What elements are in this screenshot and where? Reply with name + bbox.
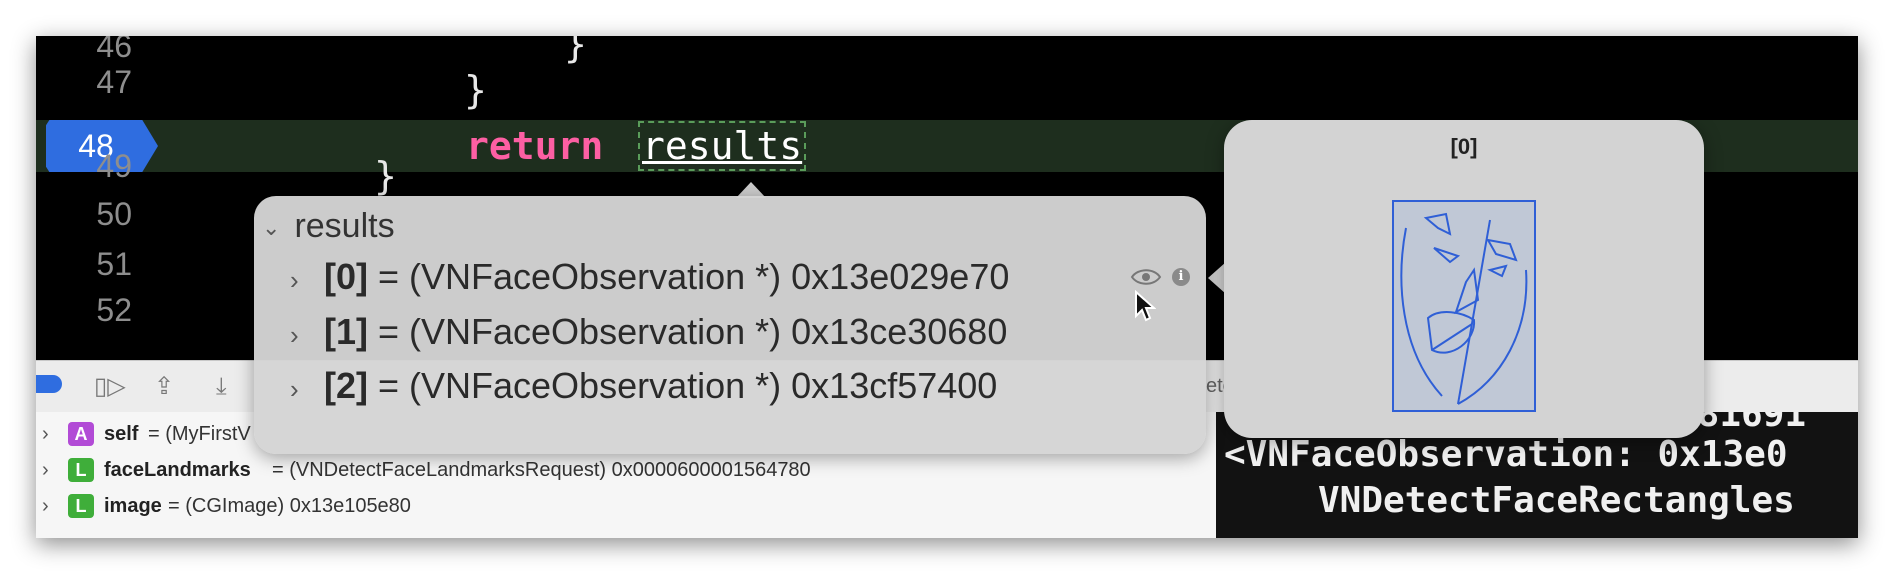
line-number: 52 <box>96 292 132 328</box>
popover-header[interactable]: ⌄ results <box>262 206 395 246</box>
code-brace: } <box>564 36 587 66</box>
variable-kind-badge: A <box>68 422 94 446</box>
xcode-window: 46 47 48 49 50 51 52 } } return results … <box>36 36 1858 538</box>
continue-icon[interactable]: ▯▷ <box>94 371 126 403</box>
observation-value: = (VNFaceObservation *) 0x13ce30680 <box>368 311 1008 352</box>
observation-value: = (VNFaceObservation *) 0x13e029e70 <box>368 256 1010 297</box>
expand-chevron-icon[interactable]: › <box>290 252 324 308</box>
variable-kind-badge: L <box>68 494 94 518</box>
code-variable-results[interactable]: results <box>638 121 807 171</box>
observation-index: [0] <box>324 256 368 297</box>
line-number: 51 <box>96 246 132 282</box>
expand-chevron-icon[interactable]: › <box>42 488 49 524</box>
observation-index: [1] <box>324 311 368 352</box>
observation-value: = (VNFaceObservation *) 0x13cf57400 <box>368 365 998 406</box>
code-brace: } <box>464 68 487 112</box>
code-keyword-return: return <box>466 124 604 168</box>
quicklook-eye-icon[interactable] <box>1130 266 1162 288</box>
expand-chevron-icon[interactable]: › <box>290 361 324 417</box>
face-landmarks-image <box>1392 200 1536 412</box>
step-over-icon[interactable]: ⇪ <box>154 371 174 403</box>
collapse-chevron-icon[interactable]: ⌄ <box>262 215 280 240</box>
line-number: 47 <box>96 64 132 100</box>
variable-name: image <box>104 495 162 517</box>
variable-name: self <box>104 423 139 445</box>
step-into-icon[interactable]: ⤓ <box>216 371 227 403</box>
info-icon[interactable]: i <box>1172 268 1190 286</box>
variable-value: = (CGImage) 0x13e105e80 <box>168 495 411 517</box>
observation-row[interactable]: › [1] = (VNFaceObservation *) 0x13ce30680 <box>290 304 1007 360</box>
variable-name: faceLandmarks <box>104 459 251 481</box>
observation-row[interactable]: › [0] = (VNFaceObservation *) 0x13e029e70 <box>290 249 1009 305</box>
expand-chevron-icon[interactable]: › <box>42 452 49 488</box>
observation-row[interactable]: › [2] = (VNFaceObservation *) 0x13cf57400 <box>290 358 997 414</box>
quicklook-title: [0] <box>1450 134 1478 159</box>
variable-kind-badge: L <box>68 458 94 482</box>
variable-value: = (VNDetectFaceLandmarksRequest) 0x00006… <box>272 459 811 481</box>
observation-index: [2] <box>324 365 368 406</box>
variable-value: = (MyFirstV <box>148 423 251 445</box>
expand-chevron-icon[interactable]: › <box>42 416 49 452</box>
line-number: 50 <box>96 196 132 232</box>
line-number: 46 <box>96 36 132 64</box>
console-line: <VNFaceObservation: 0x13e0 <box>1224 434 1788 475</box>
code-brace: } <box>374 154 397 198</box>
console-line: VNDetectFaceRectangles <box>1318 480 1795 521</box>
variable-inspector-popover: ⌄ results › [0] = (VNFaceObservation *) 0x… <box>254 196 1206 454</box>
quicklook-popover: [0] <box>1224 120 1704 438</box>
line-number: 49 <box>96 148 132 184</box>
popover-title: results <box>294 207 395 245</box>
mouse-cursor-icon <box>1135 290 1156 322</box>
variable-row[interactable]: › L image = (CGImage) 0x13e105e80 <box>36 488 1216 524</box>
expand-chevron-icon[interactable]: › <box>290 307 324 363</box>
breakpoints-toggle-icon[interactable] <box>36 375 62 393</box>
variable-row[interactable]: › L faceLandmarks = (VNDetectFaceLandmar… <box>36 452 1216 488</box>
